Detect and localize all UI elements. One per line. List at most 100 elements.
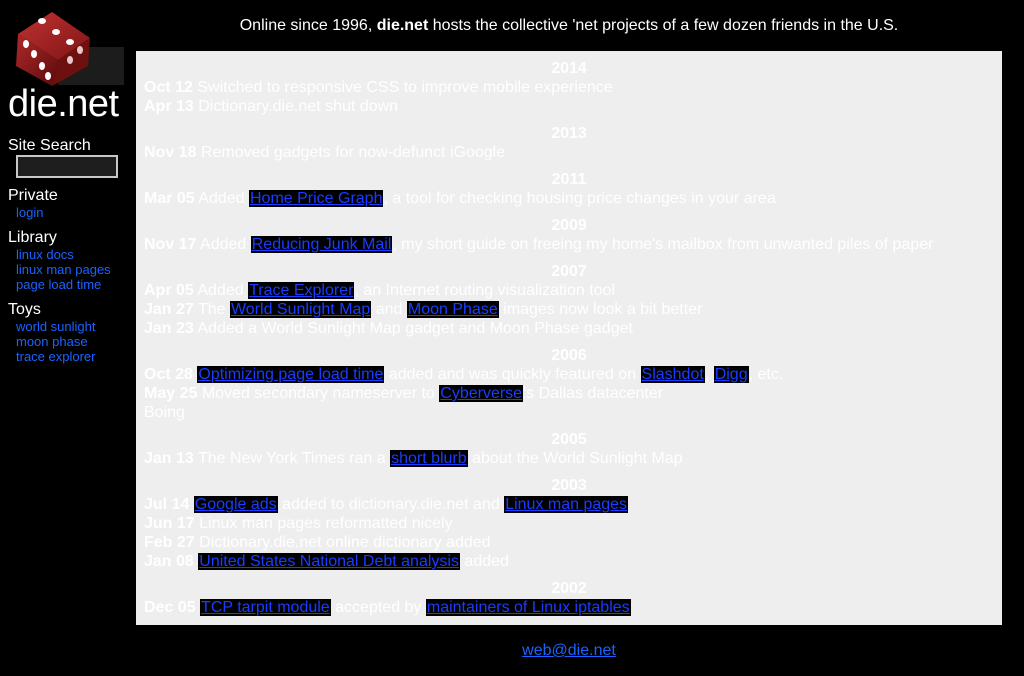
- entry-text: and: [371, 301, 407, 318]
- entry-date: Dec 05: [144, 599, 196, 616]
- year-heading: 2013: [551, 125, 587, 142]
- entry-date: Jan 08: [144, 553, 194, 570]
- entry-date: Nov 18: [144, 144, 197, 161]
- entry-date: May 25: [144, 385, 198, 402]
- entry-text: Added a World Sunlight Map gadget and Mo…: [193, 320, 633, 337]
- entry-link[interactable]: United States National Debt analysis: [198, 553, 460, 570]
- entry-link[interactable]: World Sunlight Map: [229, 301, 372, 318]
- news-entry: Boing: [144, 403, 994, 422]
- moon-phase-link[interactable]: moon phase: [16, 334, 88, 349]
- tagline-site-name: die.net: [376, 17, 429, 34]
- entry-date: Jun 17: [144, 515, 195, 532]
- entry-link[interactable]: Digg: [713, 366, 749, 383]
- entry-link[interactable]: TCP tarpit module: [200, 599, 331, 616]
- entry-date: Apr 05: [144, 282, 194, 299]
- private-section-title: Private: [8, 187, 58, 204]
- site-search-input[interactable]: [16, 155, 118, 178]
- year-heading: 2009: [551, 217, 587, 234]
- entry-text: added to dictionary.die.net and: [277, 496, 505, 513]
- year-heading: 2014: [551, 60, 587, 77]
- entry-link[interactable]: maintainers of Linux iptables: [425, 599, 631, 616]
- news-entry: Jan 23 Added a World Sunlight Map gadget…: [144, 319, 994, 338]
- entry-link[interactable]: Home Price Graph: [248, 190, 384, 207]
- entry-text: Added: [194, 190, 249, 207]
- news-entry: Jan 08 United States National Debt analy…: [144, 552, 994, 571]
- entry-text: The New York Times ran a: [193, 450, 391, 467]
- entry-text: Removed gadgets for now-defunct iGoogle: [196, 144, 506, 161]
- news-entry: Oct 28 Optimizing page load time added a…: [144, 365, 994, 384]
- news-entry: Mar 05 Added Home Price Graph, a tool fo…: [144, 189, 994, 208]
- linux-man-pages-link[interactable]: linux man pages: [16, 262, 111, 277]
- entry-link[interactable]: Trace Explorer: [248, 282, 355, 299]
- entry-date: Apr 13: [144, 98, 194, 115]
- entry-date: Mar 05: [144, 190, 195, 207]
- entry-text: added and was quickly featured on: [384, 366, 641, 383]
- linux-docs-link[interactable]: linux docs: [16, 247, 74, 262]
- year-heading: 2011: [551, 171, 587, 188]
- news-entry: Jun 17 Linux man pages reformatted nicel…: [144, 514, 994, 533]
- page-load-time-link[interactable]: page load time: [16, 277, 101, 292]
- year-heading: 2003: [551, 477, 587, 494]
- entry-text: Added: [193, 282, 249, 299]
- entry-text: , etc.: [748, 366, 784, 383]
- news-entry: Feb 27 Dictionary.die.net online diction…: [144, 533, 994, 552]
- entry-date: Jan 13: [144, 450, 194, 467]
- entry-text: added: [459, 553, 509, 570]
- entry-link[interactable]: Reducing Junk Mail: [250, 236, 393, 253]
- entry-date: Oct 28: [144, 366, 193, 383]
- footer: web@die.net: [136, 641, 1002, 661]
- entry-link[interactable]: Slashdot: [640, 366, 705, 383]
- tagline-suffix: hosts the collective 'net projects of a …: [428, 17, 899, 34]
- entry-text: Boing: [144, 404, 185, 421]
- library-section-title: Library: [8, 229, 57, 246]
- site-search-label: Site Search: [8, 137, 91, 154]
- entry-link[interactable]: Optimizing page load time: [197, 366, 385, 383]
- entry-text: 's Dallas datacenter: [523, 385, 664, 402]
- entry-text: Dictionary.die.net online dictionary add…: [194, 534, 491, 551]
- entry-text: Linux man pages reformatted nicely: [194, 515, 453, 532]
- entry-date: Jul 14: [144, 496, 190, 513]
- toys-section-title: Toys: [8, 301, 41, 318]
- entry-text: Dictionary.die.net shut down: [193, 98, 399, 115]
- logo-wordmark: die.net: [8, 83, 119, 125]
- entry-text: Added: [196, 236, 251, 253]
- sidebar: die.net Site Search Private login Librar…: [0, 0, 130, 676]
- entry-text: accepted by: [330, 599, 426, 616]
- year-heading: 2005: [551, 431, 587, 448]
- trace-explorer-link[interactable]: trace explorer: [16, 349, 95, 364]
- login-link[interactable]: login: [16, 205, 43, 220]
- news-entry: Nov 17 Added Reducing Junk Mail, my shor…: [144, 235, 994, 254]
- entry-text: about the World Sunlight Map: [467, 450, 683, 467]
- news-entry: May 25 Moved secondary nameserver to Cyb…: [144, 384, 994, 403]
- tagline-prefix: Online since 1996,: [239, 17, 377, 34]
- news-entry: Oct 12 Switched to responsive CSS to imp…: [144, 78, 994, 97]
- news-entry: Jul 14 Google ads added to dictionary.di…: [144, 495, 994, 514]
- dice-icon: [16, 12, 90, 86]
- news-entry: Apr 13 Dictionary.die.net shut down: [144, 97, 994, 116]
- entry-text: , my short guide on freeing my home's ma…: [392, 236, 934, 253]
- entry-link[interactable]: Moon Phase: [406, 301, 499, 318]
- news-list: 2014 Oct 12 Switched to responsive CSS to…: [136, 51, 1002, 617]
- entry-text: images now look a bit better: [498, 301, 703, 318]
- entry-link[interactable]: Google ads: [193, 496, 278, 513]
- entry-link[interactable]: Cyberverse: [439, 385, 524, 402]
- entry-date: Nov 17: [144, 236, 197, 253]
- news-panel: 2014 Oct 12 Switched to responsive CSS to…: [136, 51, 1002, 625]
- year-heading: 2007: [551, 263, 587, 280]
- entry-text: Switched to responsive CSS to improve mo…: [192, 79, 613, 96]
- entry-date: Jan 27: [144, 301, 194, 318]
- news-entry: Jan 13 The New York Times ran a short bl…: [144, 449, 994, 468]
- news-entry: Jan 27 The World Sunlight Map and Moon P…: [144, 300, 994, 319]
- year-heading: 2002: [551, 580, 587, 597]
- news-entry: Dec 05 TCP tarpit module accepted by mai…: [144, 598, 994, 617]
- contact-email-link[interactable]: web@die.net: [522, 642, 616, 659]
- world-sunlight-link[interactable]: world sunlight: [16, 319, 96, 334]
- entry-text: ,: [704, 366, 714, 383]
- entry-date: Jan 23: [144, 320, 194, 337]
- site-logo[interactable]: die.net: [8, 8, 124, 126]
- entry-date: Oct 12: [144, 79, 193, 96]
- site-tagline: Online since 1996, die.net hosts the col…: [136, 16, 1002, 36]
- entry-link[interactable]: short blurb: [390, 450, 468, 467]
- entry-link[interactable]: Linux man pages: [504, 496, 629, 513]
- entry-text: , a tool for checking housing price chan…: [383, 190, 776, 207]
